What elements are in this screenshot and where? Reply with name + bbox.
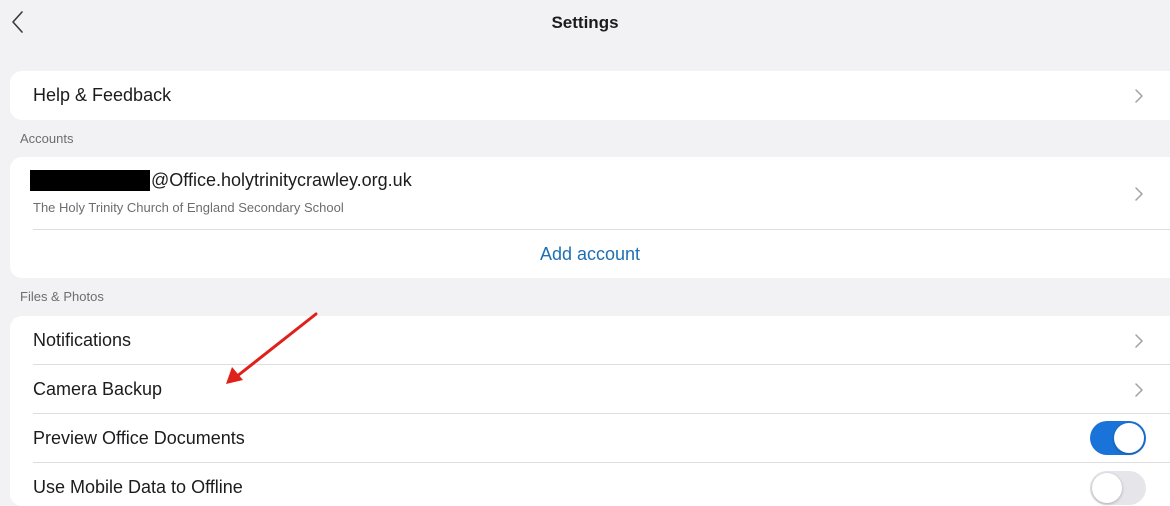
use-mobile-data-row: Use Mobile Data to Offline	[10, 463, 1170, 506]
add-account-button[interactable]: Add account	[10, 244, 1170, 265]
use-mobile-data-label: Use Mobile Data to Offline	[33, 477, 243, 497]
preview-office-documents-toggle[interactable]	[1090, 421, 1146, 455]
chevron-right-icon	[1134, 333, 1144, 349]
notifications-row[interactable]: Notifications	[10, 316, 1170, 364]
toggle-knob	[1092, 473, 1122, 503]
notifications-label: Notifications	[33, 330, 132, 350]
section-header-accounts: Accounts	[20, 131, 74, 146]
account-organization: The Holy Trinity Church of England Secon…	[33, 200, 344, 215]
chevron-right-icon	[1134, 186, 1144, 202]
camera-backup-row[interactable]: Camera Backup	[10, 365, 1170, 413]
add-account-row[interactable]: Add account	[10, 230, 1170, 278]
section-header-files-photos: Files & Photos	[20, 289, 104, 304]
page-title: Settings	[551, 13, 619, 32]
help-feedback-row[interactable]: Help & Feedback	[10, 71, 1170, 120]
redacted-username	[30, 170, 150, 191]
toggle-knob	[1114, 423, 1144, 453]
use-mobile-data-toggle[interactable]	[1090, 471, 1146, 505]
help-feedback-label: Help & Feedback	[33, 85, 172, 105]
camera-backup-label: Camera Backup	[33, 379, 163, 399]
preview-office-documents-label: Preview Office Documents	[33, 428, 245, 448]
nav-bar: Settings	[0, 0, 1170, 50]
files-photos-card: Notifications Camera Backup Preview Offi…	[10, 316, 1170, 506]
chevron-right-icon	[1134, 382, 1144, 398]
preview-office-documents-row: Preview Office Documents	[10, 414, 1170, 462]
help-card: Help & Feedback	[10, 71, 1170, 120]
chevron-right-icon	[1134, 88, 1144, 104]
account-row[interactable]	[10, 157, 1170, 229]
account-email: @Office.holytrinitycrawley.org.uk	[151, 170, 412, 190]
